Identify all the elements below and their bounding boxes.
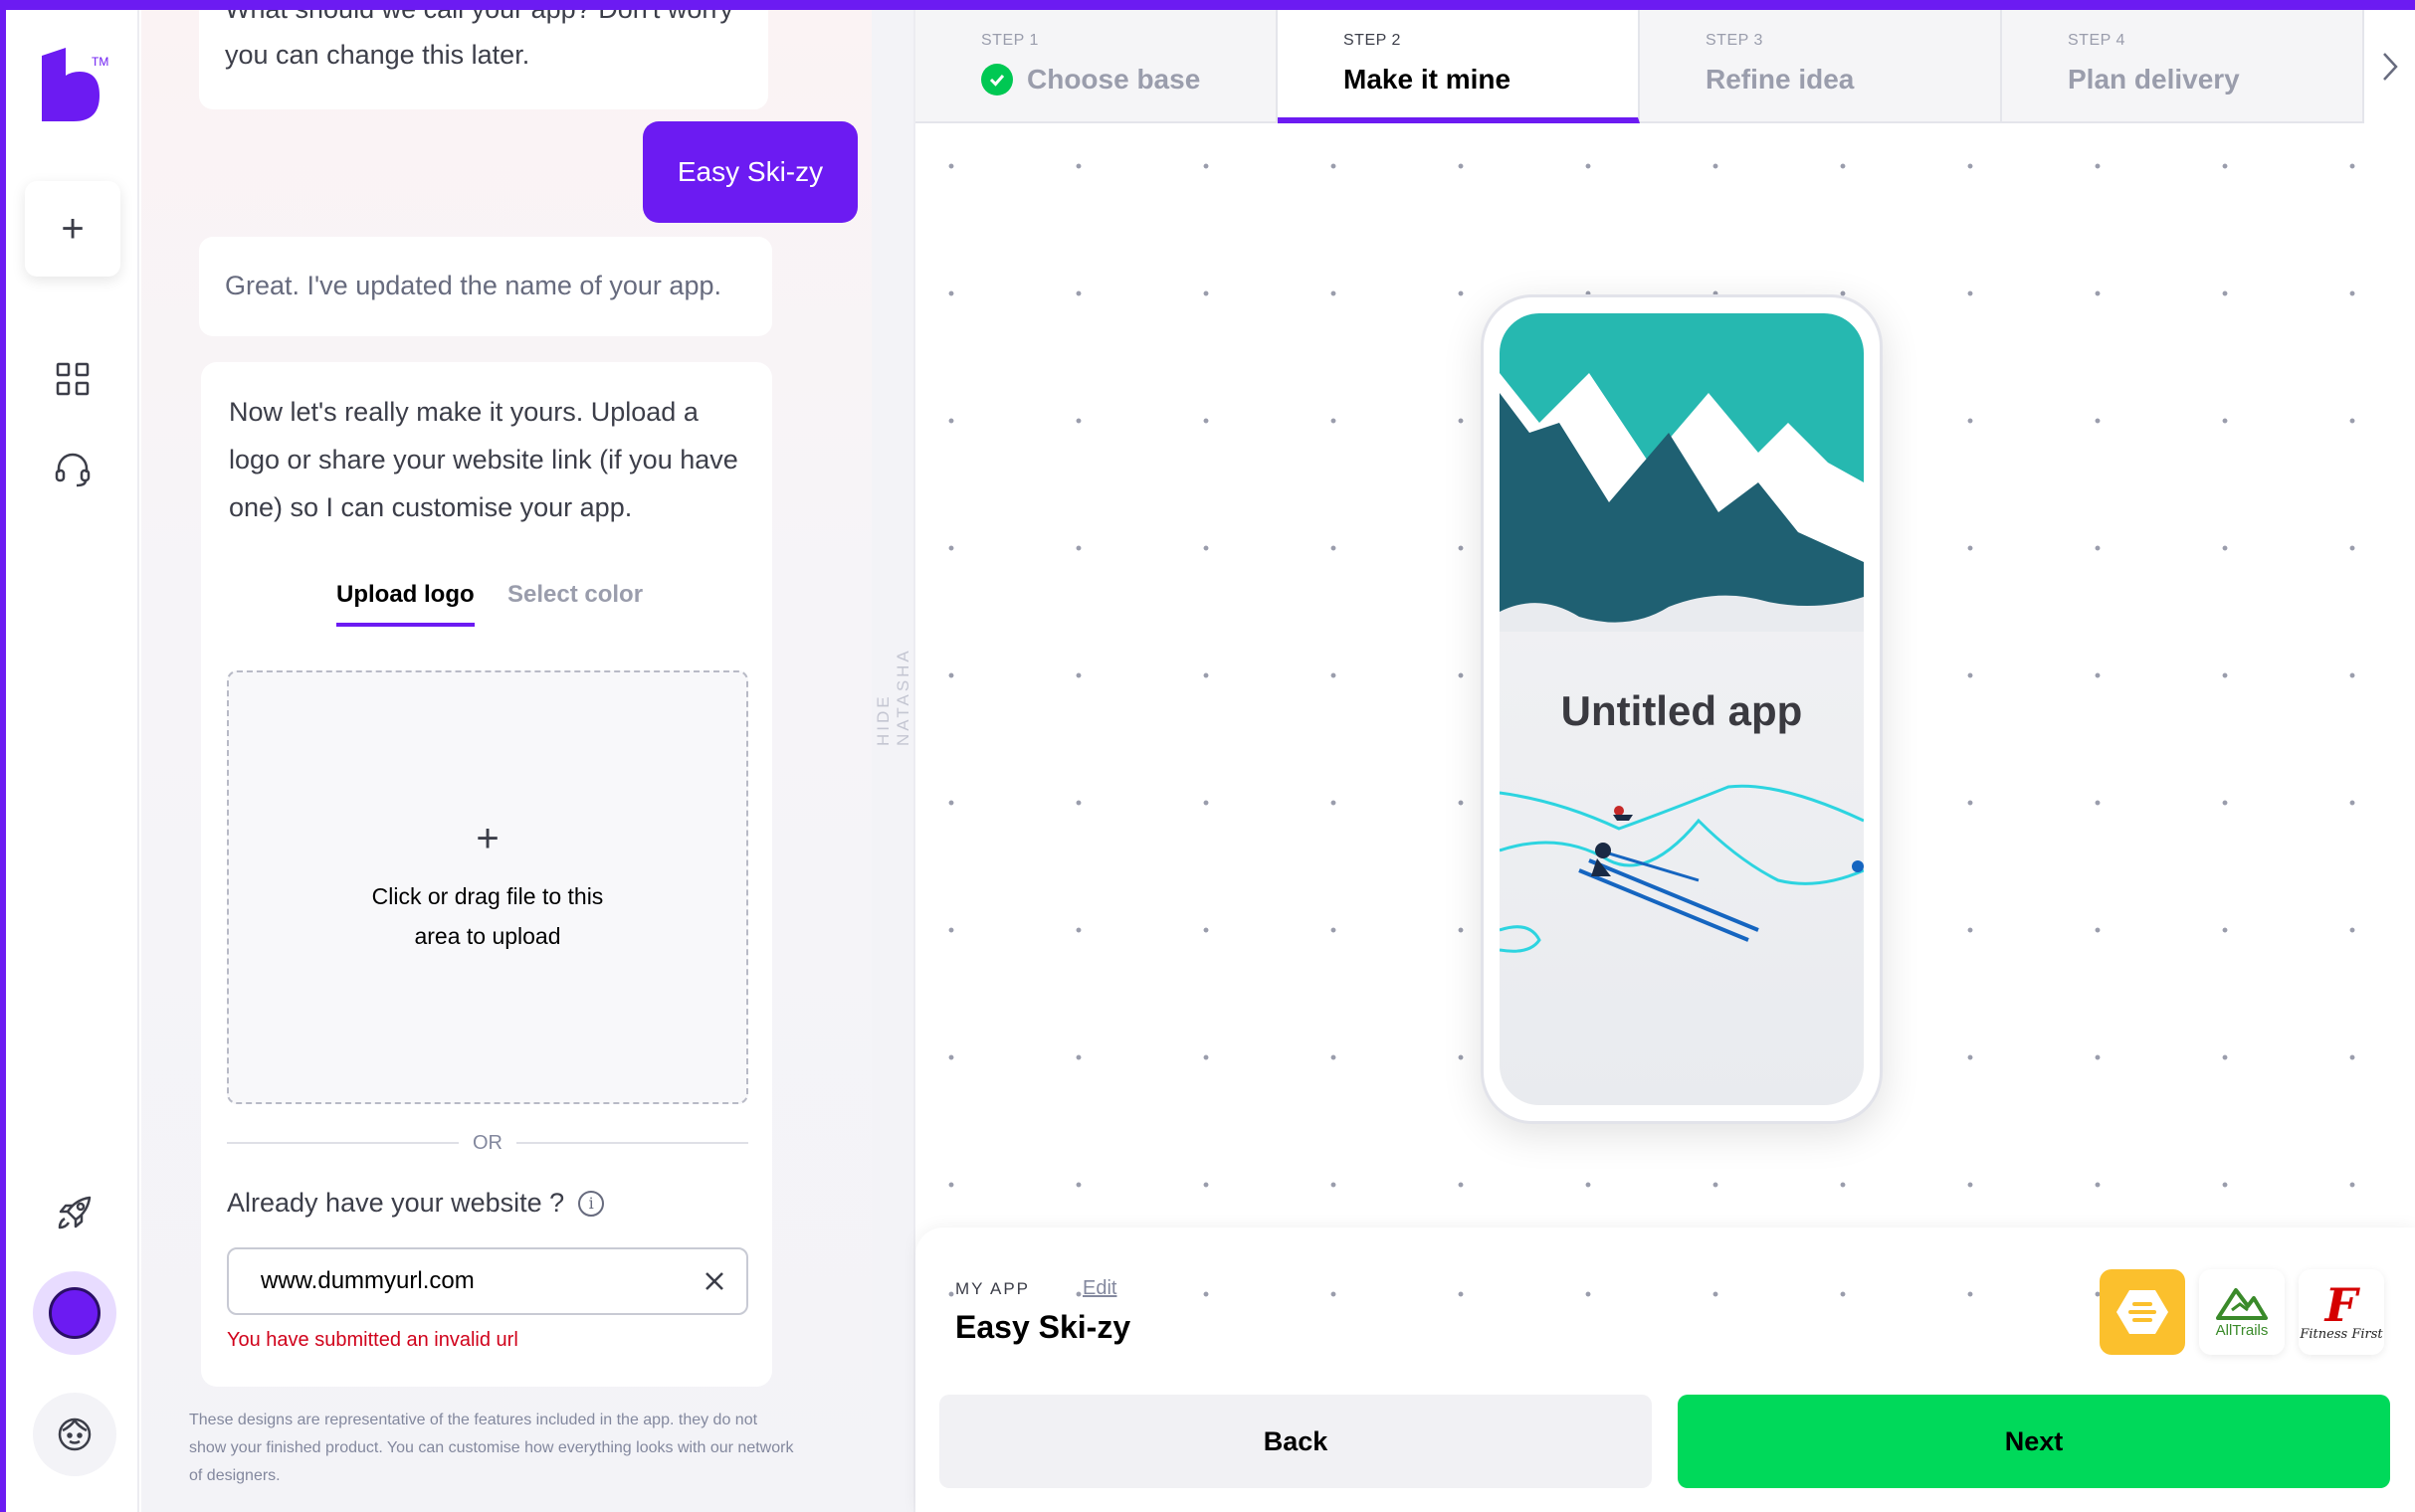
- bot-message-text: What should we call your app? Don't worr…: [225, 10, 733, 70]
- app-window: TM + you can change this later. Easy Ski…: [6, 10, 2415, 1512]
- step-make-it-mine[interactable]: STEP 2 Make it mine: [1278, 10, 1640, 123]
- bumble-logo[interactable]: [2100, 1269, 2185, 1355]
- preview-stage: STEP 1 Choose base STEP 2 Make it mine S…: [915, 10, 2415, 1512]
- dashboard-button[interactable]: [50, 356, 96, 402]
- fitness-first-logo[interactable]: F Fitness First: [2299, 1269, 2384, 1355]
- rocket-icon: [58, 1196, 92, 1229]
- next-button[interactable]: Next: [1678, 1395, 2390, 1488]
- divider-line: [227, 1142, 459, 1144]
- headset-icon: [55, 453, 91, 487]
- or-separator: OR: [227, 1128, 748, 1158]
- logo-color-tabs: Upload logo Select color: [201, 581, 772, 641]
- user-message: Easy Ski-zy: [643, 121, 858, 223]
- natasha-chat-panel: What should we call your app? Don't worr…: [141, 10, 872, 1512]
- svg-text:TM: TM: [92, 55, 108, 69]
- user-message-text: Easy Ski-zy: [677, 156, 824, 187]
- skier-illustration: [1500, 784, 1864, 953]
- my-app-sheet: MY APP Edit Easy Ski-zy AllTrails F Fitn…: [915, 1228, 2415, 1512]
- step-number: STEP 2: [1343, 32, 1401, 49]
- website-label: Already have your website ? i: [227, 1188, 605, 1219]
- back-button[interactable]: Back: [939, 1395, 1652, 1488]
- step-refine-idea[interactable]: STEP 3 Refine idea: [1640, 10, 2002, 123]
- step-choose-base[interactable]: STEP 1 Choose base: [915, 10, 1278, 123]
- step-title: Refine idea: [1706, 64, 1855, 94]
- stepper-next-button[interactable]: [2364, 10, 2415, 123]
- divider-line: [516, 1142, 748, 1144]
- step-number: STEP 1: [981, 32, 1039, 49]
- tab-upload-logo[interactable]: Upload logo: [336, 581, 475, 627]
- new-project-button[interactable]: +: [25, 181, 120, 277]
- fitness-first-mark: F: [2324, 1277, 2358, 1332]
- card-intro-text: Now let's really make it yours. Upload a…: [229, 397, 738, 522]
- plus-icon: +: [61, 206, 85, 251]
- url-error-message: You have submitted an invalid url: [227, 1329, 518, 1351]
- support-button[interactable]: [48, 444, 98, 493]
- website-label-text: Already have your website ?: [227, 1188, 565, 1218]
- step-title: Choose base: [1027, 64, 1201, 94]
- dropzone-text: Click or drag file to this area to uploa…: [371, 883, 604, 949]
- hide-natasha-label: HIDE NATASHA: [874, 648, 912, 746]
- step-number: STEP 4: [2068, 32, 2125, 49]
- chevron-right-icon: [2382, 53, 2398, 81]
- preview-app-title: Untitled app: [1560, 687, 1803, 734]
- natasha-avatar[interactable]: [33, 1271, 116, 1355]
- close-icon: [705, 1272, 723, 1290]
- info-icon[interactable]: i: [578, 1190, 605, 1217]
- step-title-row: Choose base: [981, 64, 1276, 95]
- alltrails-logo[interactable]: AllTrails: [2199, 1269, 2285, 1355]
- left-rail: TM +: [6, 10, 139, 1512]
- step-title: Make it mine: [1343, 64, 1511, 94]
- plus-icon: +: [476, 817, 500, 860]
- grid-icon: [56, 362, 90, 396]
- disclaimer-text: These designs are representative of the …: [189, 1412, 794, 1484]
- website-url-input[interactable]: [227, 1247, 748, 1315]
- or-label: OR: [473, 1131, 503, 1154]
- clear-url-button[interactable]: [695, 1261, 734, 1301]
- phone-preview: Untitled app: [1481, 294, 1883, 1124]
- logo-upload-dropzone[interactable]: + Click or drag file to this area to upl…: [227, 670, 748, 1104]
- app-name: Easy Ski-zy: [955, 1309, 1131, 1345]
- step-title: Plan delivery: [2068, 64, 2240, 94]
- bot-message: What should we call your app? Don't worr…: [199, 10, 768, 109]
- my-app-label: MY APP: [955, 1279, 1030, 1298]
- check-icon: [981, 64, 1013, 95]
- edit-app-name-link[interactable]: Edit: [1083, 1277, 1116, 1300]
- hide-natasha-toggle[interactable]: HIDE NATASHA: [872, 10, 915, 1512]
- step-plan-delivery[interactable]: STEP 4 Plan delivery: [2002, 10, 2364, 123]
- mountain-illustration: [1500, 313, 1864, 632]
- customise-card: Now let's really make it yours. Upload a…: [201, 362, 772, 1387]
- face-icon: [58, 1418, 92, 1451]
- launch-button[interactable]: [52, 1190, 98, 1235]
- tab-select-color[interactable]: Select color: [507, 581, 643, 623]
- fitness-first-label: Fitness First: [2300, 1326, 2383, 1342]
- bot-message: Great. I've updated the name of your app…: [199, 237, 772, 336]
- step-number: STEP 3: [1706, 32, 1763, 49]
- profile-button[interactable]: [33, 1393, 116, 1476]
- phone-screen: Untitled app: [1500, 313, 1864, 1105]
- alltrails-label: AllTrails: [2215, 1321, 2269, 1339]
- bot-message-text: Great. I've updated the name of your app…: [225, 271, 721, 300]
- avatar: [49, 1287, 101, 1339]
- stepper: STEP 1 Choose base STEP 2 Make it mine S…: [915, 10, 2415, 123]
- builder-logo[interactable]: TM: [40, 46, 109, 125]
